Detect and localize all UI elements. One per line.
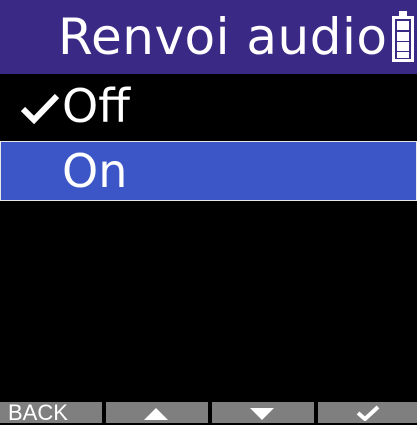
- battery-cell: [397, 42, 409, 51]
- battery-cell: [397, 21, 409, 30]
- back-button[interactable]: BACK: [0, 400, 102, 425]
- up-button[interactable]: [106, 402, 208, 423]
- menu-item-label: Off: [62, 79, 130, 133]
- page-title: Renvoi audio: [58, 8, 388, 66]
- title-bar: Renvoi audio: [0, 0, 417, 74]
- battery-cell: [397, 31, 409, 41]
- checkmark-icon: [356, 405, 380, 421]
- function-button-bar: BACK: [0, 398, 417, 425]
- down-button[interactable]: [212, 402, 314, 423]
- check-icon: [20, 93, 60, 125]
- menu-item-label: On: [62, 144, 128, 198]
- confirm-button[interactable]: [318, 402, 417, 423]
- menu-item-on[interactable]: On: [0, 141, 417, 201]
- down-arrow-icon: [250, 408, 274, 420]
- battery-icon: [392, 11, 414, 62]
- back-button-label: BACK: [8, 400, 68, 425]
- battery-cell: [397, 52, 409, 58]
- menu-item-off[interactable]: Off: [0, 76, 417, 136]
- up-arrow-icon: [144, 408, 168, 420]
